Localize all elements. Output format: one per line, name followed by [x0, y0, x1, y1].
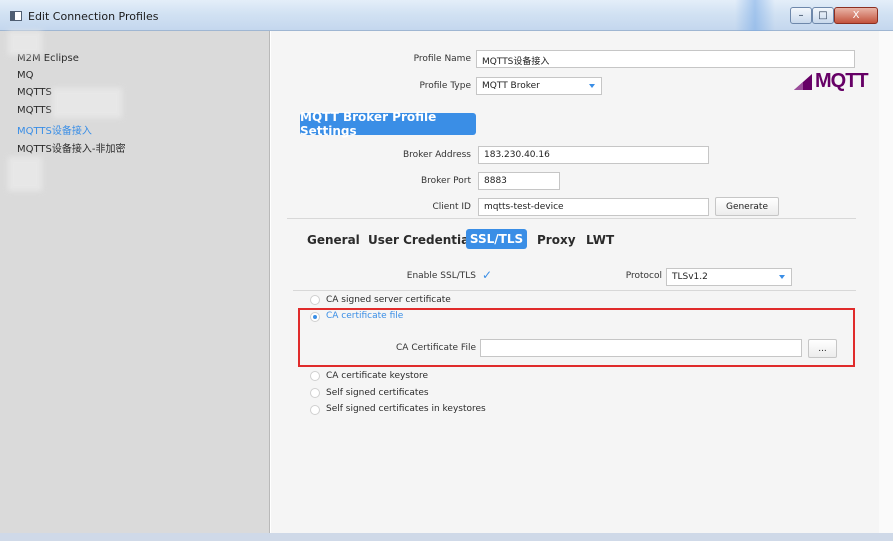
- radio-self-signed-in-keystores[interactable]: [310, 405, 320, 415]
- close-button[interactable]: X: [834, 7, 878, 24]
- chevron-down-icon: [589, 84, 595, 88]
- redaction-blur: [8, 31, 42, 55]
- radio-ca-signed-server-cert[interactable]: [310, 295, 320, 305]
- profile-list-item[interactable]: MQTTS设备接入-非加密: [17, 140, 126, 155]
- tab-lwt[interactable]: LWT: [586, 233, 614, 247]
- tab-general[interactable]: General: [307, 233, 360, 247]
- settings-section-header: MQTT Broker Profile Settings: [300, 110, 476, 138]
- radio-label[interactable]: CA certificate keystore: [326, 371, 428, 381]
- protocol-value: TLSv1.2: [672, 272, 708, 282]
- broker-address-label: Broker Address: [402, 150, 471, 160]
- tab-user-credentials[interactable]: User Credentials: [368, 233, 480, 247]
- enable-ssl-checkbox[interactable]: ✓: [482, 268, 492, 282]
- mqtt-logo-text: MQTT: [815, 70, 869, 92]
- redaction-blur: [8, 157, 42, 191]
- broker-address-input[interactable]: 183.230.40.16: [478, 146, 709, 164]
- radio-ca-certificate-keystore[interactable]: [310, 371, 320, 381]
- protocol-label: Protocol: [625, 271, 662, 281]
- profile-list-item-selected[interactable]: MQTTS设备接入: [17, 122, 92, 137]
- profile-type-select[interactable]: MQTT Broker: [476, 77, 602, 95]
- profile-type-label: Profile Type: [419, 81, 471, 91]
- maximize-button[interactable]: □: [812, 7, 834, 24]
- profile-list-item[interactable]: MQ: [17, 70, 34, 81]
- generate-button[interactable]: Generate: [715, 197, 779, 216]
- window-title: Edit Connection Profiles: [28, 10, 159, 23]
- window-right-edge: [879, 31, 893, 541]
- profile-list-item[interactable]: MQTTS: [17, 87, 52, 98]
- tab-proxy[interactable]: Proxy: [537, 233, 576, 247]
- profile-name-input[interactable]: MQTTS设备接入: [476, 50, 855, 68]
- window-bottom-edge: [0, 533, 893, 541]
- mqtt-logo: MQTT: [792, 70, 869, 94]
- minimize-button[interactable]: –: [790, 7, 812, 24]
- client-id-label: Client ID: [432, 202, 471, 212]
- radio-label[interactable]: Self signed certificates: [326, 388, 429, 398]
- profile-name-label: Profile Name: [413, 54, 471, 64]
- broker-port-label: Broker Port: [420, 176, 471, 186]
- chevron-down-icon: [779, 275, 785, 279]
- title-bar: Edit Connection Profiles – □ X: [0, 0, 893, 31]
- profile-type-value: MQTT Broker: [482, 81, 540, 91]
- enable-ssl-label: Enable SSL/TLS: [406, 271, 476, 281]
- mqtt-logo-icon: [794, 74, 812, 90]
- client-id-input[interactable]: mqtts-test-device: [478, 198, 709, 216]
- profile-settings-panel: Profile Name MQTTS设备接入 Profile Type MQTT…: [271, 31, 893, 541]
- broker-port-input[interactable]: 8883: [478, 172, 560, 190]
- highlight-box: [298, 308, 855, 367]
- divider: [293, 290, 856, 291]
- redaction-blur: [52, 88, 122, 118]
- tab-ssl-tls[interactable]: SSL/TLS: [466, 229, 527, 249]
- protocol-select[interactable]: TLSv1.2: [666, 268, 792, 286]
- radio-label[interactable]: CA signed server certificate: [326, 295, 451, 305]
- profile-list-item[interactable]: MQTTS: [17, 105, 52, 116]
- divider: [287, 218, 856, 219]
- radio-label[interactable]: Self signed certificates in keystores: [326, 404, 486, 414]
- profile-list: M2M Eclipse MQ MQTTS MQTTS MQTTS设备接入 MQT…: [0, 31, 270, 541]
- window-icon: [10, 11, 22, 21]
- radio-self-signed-certificates[interactable]: [310, 388, 320, 398]
- title-bar-glare: [735, 0, 775, 31]
